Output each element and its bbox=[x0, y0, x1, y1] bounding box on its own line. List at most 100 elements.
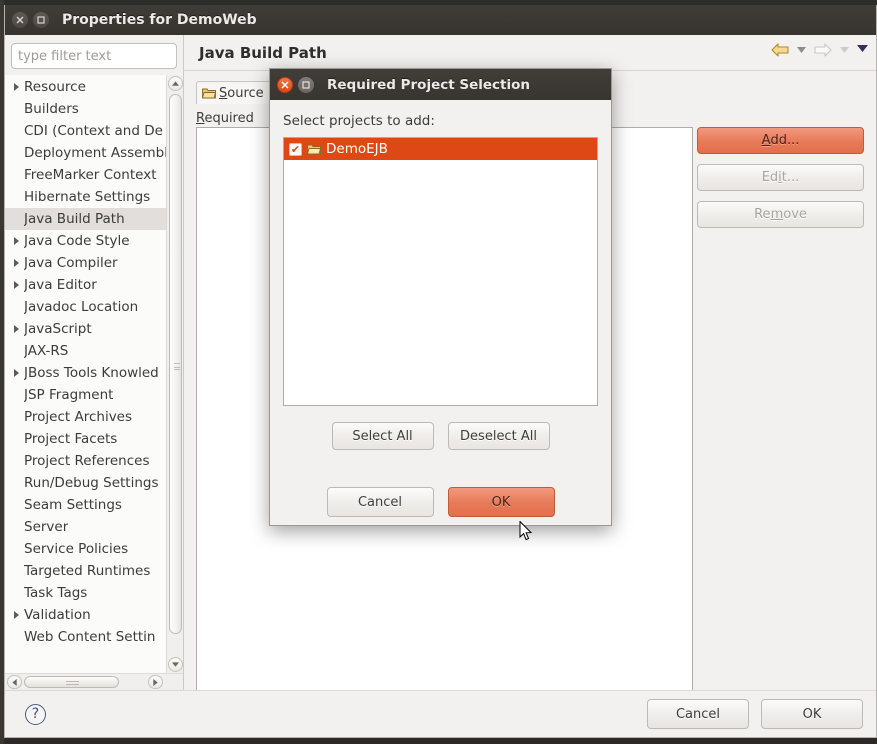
deselect-all-button[interactable]: Deselect All bbox=[447, 422, 550, 450]
expand-arrow-icon[interactable] bbox=[9, 237, 24, 245]
dialog-prompt: Select projects to add: bbox=[283, 113, 435, 129]
search-input[interactable] bbox=[18, 48, 188, 64]
sidebar-item-javadoc-location[interactable]: Javadoc Location bbox=[5, 296, 166, 318]
sidebar-item-jax-rs[interactable]: JAX-RS bbox=[5, 340, 166, 362]
required-rest: equired bbox=[204, 111, 254, 126]
ok-button[interactable]: OK bbox=[761, 699, 863, 729]
hscrollbar-thumb[interactable] bbox=[24, 676, 119, 688]
projects-list[interactable]: ✔ DemoEJB bbox=[283, 137, 598, 406]
expand-arrow-icon[interactable] bbox=[9, 259, 24, 267]
sidebar-item-label: Targeted Runtimes bbox=[24, 563, 151, 579]
sidebar-item-project-facets[interactable]: Project Facets bbox=[5, 428, 166, 450]
sidebar-item-run-debug-settings[interactable]: Run/Debug Settings bbox=[5, 472, 166, 494]
sidebar-item-label: Seam Settings bbox=[24, 497, 122, 513]
sidebar-item-java-editor[interactable]: Java Editor bbox=[5, 274, 166, 296]
dialog-body: Select projects to add: ✔ DemoEJB Select… bbox=[270, 100, 611, 525]
expand-arrow-icon[interactable] bbox=[9, 369, 24, 377]
close-icon[interactable] bbox=[12, 12, 28, 28]
page-title: Java Build Path bbox=[199, 43, 327, 62]
sidebar-item-hibernate-settings[interactable]: Hibernate Settings bbox=[5, 186, 166, 208]
remove-mnemonic: m bbox=[770, 207, 784, 222]
tab-source-label: Source bbox=[219, 86, 264, 101]
expand-arrow-icon[interactable] bbox=[9, 611, 24, 619]
required-project-selection-dialog: Required Project Selection Select projec… bbox=[269, 68, 612, 526]
scroll-right-button[interactable] bbox=[148, 675, 163, 689]
sidebar-item-service-policies[interactable]: Service Policies bbox=[5, 538, 166, 560]
sidebar-item-project-archives[interactable]: Project Archives bbox=[5, 406, 166, 428]
scroll-up-button[interactable] bbox=[168, 76, 183, 91]
list-item[interactable]: ✔ DemoEJB bbox=[284, 138, 597, 160]
window-footer: ? Cancel OK bbox=[5, 690, 876, 737]
maximize-icon[interactable] bbox=[33, 12, 49, 28]
scroll-left-button[interactable] bbox=[7, 675, 22, 689]
sidebar-item-label: Task Tags bbox=[24, 585, 88, 601]
sidebar-vertical-scrollbar[interactable] bbox=[166, 75, 183, 673]
sidebar-item-seam-settings[interactable]: Seam Settings bbox=[5, 494, 166, 516]
settings-tree: Resource Builders CDI (Context and De Deplo… bbox=[5, 75, 183, 673]
sidebar-item-javascript[interactable]: JavaScript bbox=[5, 318, 166, 340]
help-icon[interactable]: ? bbox=[25, 703, 46, 725]
remove-prefix: Re bbox=[754, 207, 771, 222]
add-button[interactable]: Add... bbox=[697, 127, 864, 154]
sidebar-item-label: Service Policies bbox=[24, 541, 129, 557]
sidebar-item-label: JAX-RS bbox=[24, 343, 69, 359]
sidebar-horizontal-scrollbar[interactable] bbox=[5, 673, 183, 690]
sidebar-item-label: CDI (Context and De bbox=[24, 123, 163, 139]
select-all-button[interactable]: Select All bbox=[331, 422, 434, 450]
sidebar-item-label: JavaScript bbox=[24, 321, 92, 337]
expand-arrow-icon[interactable] bbox=[9, 325, 24, 333]
remove-button[interactable]: Re m ove bbox=[697, 201, 864, 228]
footer-buttons: Cancel OK bbox=[647, 699, 863, 729]
project-checkbox[interactable]: ✔ bbox=[289, 142, 302, 156]
sidebar-item-deployment-assembl[interactable]: Deployment Assembl bbox=[5, 142, 166, 164]
check-glyph: ✔ bbox=[290, 142, 301, 156]
page-menu-chevron-down-icon[interactable] bbox=[857, 45, 868, 55]
add-rest: dd... bbox=[770, 133, 800, 148]
dialog-cancel-button[interactable]: Cancel bbox=[326, 487, 434, 517]
sidebar-item-builders[interactable]: Builders bbox=[5, 98, 166, 120]
mouse-cursor bbox=[519, 520, 533, 546]
sidebar-item-label: JBoss Tools Knowled bbox=[24, 365, 159, 381]
sidebar-item-label: Javadoc Location bbox=[24, 299, 139, 315]
sidebar-item-java-compiler[interactable]: Java Compiler bbox=[5, 252, 166, 274]
sidebar-item-project-references[interactable]: Project References bbox=[5, 450, 166, 472]
sidebar-item-targeted-runtimes[interactable]: Targeted Runtimes bbox=[5, 560, 166, 582]
settings-sidebar: Resource Builders CDI (Context and De Deplo… bbox=[5, 35, 205, 690]
expand-arrow-icon[interactable] bbox=[9, 281, 24, 289]
page-header: Java Build Path bbox=[184, 35, 876, 71]
cancel-button[interactable]: Cancel bbox=[647, 699, 749, 729]
sidebar-item-cdi-context-and-de[interactable]: CDI (Context and De bbox=[5, 120, 166, 142]
expand-arrow-icon[interactable] bbox=[9, 83, 24, 91]
dialog-ok-button[interactable]: OK bbox=[447, 487, 555, 517]
sidebar-item-web-content-settin[interactable]: Web Content Settin bbox=[5, 626, 166, 648]
dialog-maximize-icon[interactable] bbox=[298, 76, 314, 93]
sidebar-item-jsp-fragment[interactable]: JSP Fragment bbox=[5, 384, 166, 406]
dialog-close-icon[interactable] bbox=[277, 76, 293, 93]
back-arrow-icon[interactable] bbox=[771, 43, 789, 57]
add-mnemonic: A bbox=[761, 133, 771, 148]
dialog-titlebar: Required Project Selection bbox=[270, 69, 611, 100]
scrollbar-thumb[interactable] bbox=[169, 94, 182, 634]
sidebar-item-label: Project Facets bbox=[24, 431, 118, 447]
sidebar-item-server[interactable]: Server bbox=[5, 516, 166, 538]
sidebar-item-label: Server bbox=[24, 519, 69, 535]
back-menu-chevron-down-icon[interactable] bbox=[797, 46, 806, 55]
sidebar-item-label: Deployment Assembl bbox=[24, 145, 166, 161]
filter-box[interactable] bbox=[11, 43, 205, 69]
sidebar-item-task-tags[interactable]: Task Tags bbox=[5, 582, 166, 604]
scroll-down-button[interactable] bbox=[168, 657, 183, 672]
settings-tree-list: Resource Builders CDI (Context and De Deplo… bbox=[5, 75, 166, 673]
dialog-selection-buttons: Select All Deselect All bbox=[283, 422, 598, 450]
sidebar-item-freemarker-context[interactable]: FreeMarker Context bbox=[5, 164, 166, 186]
sidebar-item-validation[interactable]: Validation bbox=[5, 604, 166, 626]
sidebar-item-label: Run/Debug Settings bbox=[24, 475, 159, 491]
tab-source[interactable]: Source bbox=[196, 81, 272, 104]
edit-button[interactable]: Ed i t... bbox=[697, 164, 864, 191]
sidebar-item-resource[interactable]: Resource bbox=[5, 76, 166, 98]
sidebar-item-jboss-tools-knowled[interactable]: JBoss Tools Knowled bbox=[5, 362, 166, 384]
dialog-action-buttons: Cancel OK bbox=[283, 487, 598, 517]
sidebar-item-java-code-style[interactable]: Java Code Style bbox=[5, 230, 166, 252]
forward-arrow-icon bbox=[814, 43, 832, 57]
sidebar-item-java-build-path[interactable]: Java Build Path bbox=[5, 208, 166, 230]
unity-launcher-strip bbox=[0, 0, 4, 744]
